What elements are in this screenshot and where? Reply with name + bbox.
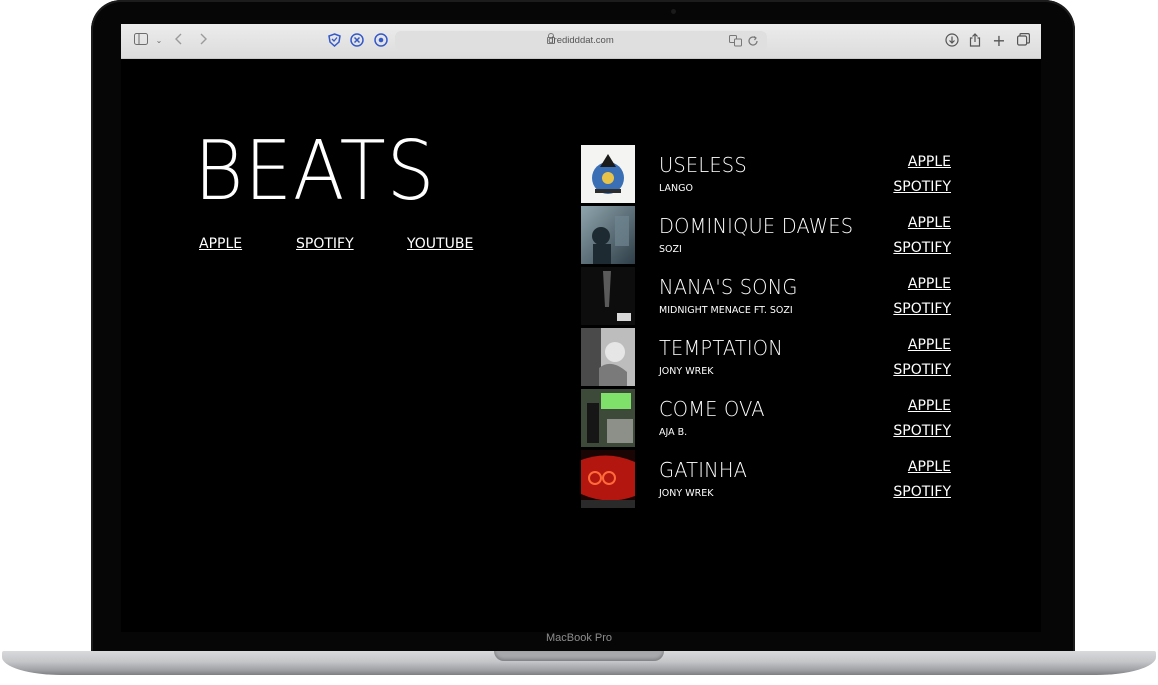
camera-icon <box>671 9 676 14</box>
track-title: USELESS <box>659 153 747 177</box>
track-spotify-link[interactable]: SPOTIFY <box>893 301 951 317</box>
track-title: GATINHA <box>659 458 748 482</box>
track-apple-link[interactable]: APPLE <box>908 215 951 231</box>
share-icon[interactable] <box>967 33 983 49</box>
track-item: TEMPTATION JONY WREK APPLE SPOTIFY <box>581 328 951 386</box>
track-spotify-link[interactable]: SPOTIFY <box>893 484 951 500</box>
page-title: BEATS <box>194 124 436 219</box>
track-title: NANA'S SONG <box>659 275 798 299</box>
sidebar-icon[interactable] <box>133 33 149 49</box>
album-cover[interactable] <box>581 206 635 264</box>
url-text: dredidddat.com <box>548 35 614 46</box>
forward-icon[interactable] <box>195 33 211 49</box>
extension-icon[interactable] <box>349 33 365 49</box>
track-apple-link[interactable]: APPLE <box>908 154 951 170</box>
translate-icon[interactable] <box>729 34 743 48</box>
track-title: DOMINIQUE DAWES <box>659 214 854 238</box>
track-artist: SOZI <box>659 244 682 255</box>
shield-icon[interactable] <box>326 33 342 49</box>
track-artist: JONY WREK <box>659 488 714 499</box>
track-spotify-link[interactable]: SPOTIFY <box>893 362 951 378</box>
track-artist: MIDNIGHT MENACE FT. SOZI <box>659 305 793 316</box>
back-icon[interactable] <box>171 33 187 49</box>
track-item: USELESS LANGO APPLE SPOTIFY <box>581 145 951 203</box>
track-item: GATINHA JONY WREK APPLE SPOTIFY <box>581 450 951 508</box>
download-icon[interactable] <box>944 33 960 49</box>
refresh-extension-icon[interactable] <box>373 33 389 49</box>
apple-music-link[interactable]: APPLE <box>199 236 242 252</box>
album-cover[interactable] <box>581 450 635 508</box>
track-item: DOMINIQUE DAWES SOZI APPLE SPOTIFY <box>581 206 951 264</box>
album-cover[interactable] <box>581 389 635 447</box>
browser-toolbar: ⌄ dredidddat.com + <box>121 24 1041 59</box>
track-artist: AJA B. <box>659 427 688 438</box>
device-model-label: MacBook Pro <box>545 632 613 644</box>
chevron-down-icon[interactable]: ⌄ <box>151 33 167 49</box>
screen: ⌄ dredidddat.com + BEATS APPLE SPOTIFY Y… <box>121 24 1041 632</box>
track-apple-link[interactable]: APPLE <box>908 459 951 475</box>
reload-icon[interactable] <box>747 34 761 48</box>
album-cover[interactable] <box>581 145 635 203</box>
web-page: BEATS APPLE SPOTIFY YOUTUBE USELESS LANG… <box>121 59 1041 632</box>
track-title: COME OVA <box>659 397 765 421</box>
spotify-link[interactable]: SPOTIFY <box>296 236 354 252</box>
track-spotify-link[interactable]: SPOTIFY <box>893 240 951 256</box>
track-apple-link[interactable]: APPLE <box>908 398 951 414</box>
track-title: TEMPTATION <box>659 336 783 360</box>
track-apple-link[interactable]: APPLE <box>908 337 951 353</box>
tabs-overview-icon[interactable] <box>1015 33 1031 49</box>
track-spotify-link[interactable]: SPOTIFY <box>893 179 951 195</box>
track-item: NANA'S SONG MIDNIGHT MENACE FT. SOZI APP… <box>581 267 951 325</box>
laptop-notch <box>494 651 664 661</box>
track-apple-link[interactable]: APPLE <box>908 276 951 292</box>
youtube-link[interactable]: YOUTUBE <box>407 236 473 252</box>
track-artist: LANGO <box>659 183 693 194</box>
track-spotify-link[interactable]: SPOTIFY <box>893 423 951 439</box>
new-tab-icon[interactable]: + <box>991 33 1007 49</box>
track-artist: JONY WREK <box>659 366 714 377</box>
album-cover[interactable] <box>581 328 635 386</box>
album-cover[interactable] <box>581 267 635 325</box>
address-bar[interactable]: dredidddat.com <box>395 31 767 51</box>
track-item: COME OVA AJA B. APPLE SPOTIFY <box>581 389 951 447</box>
